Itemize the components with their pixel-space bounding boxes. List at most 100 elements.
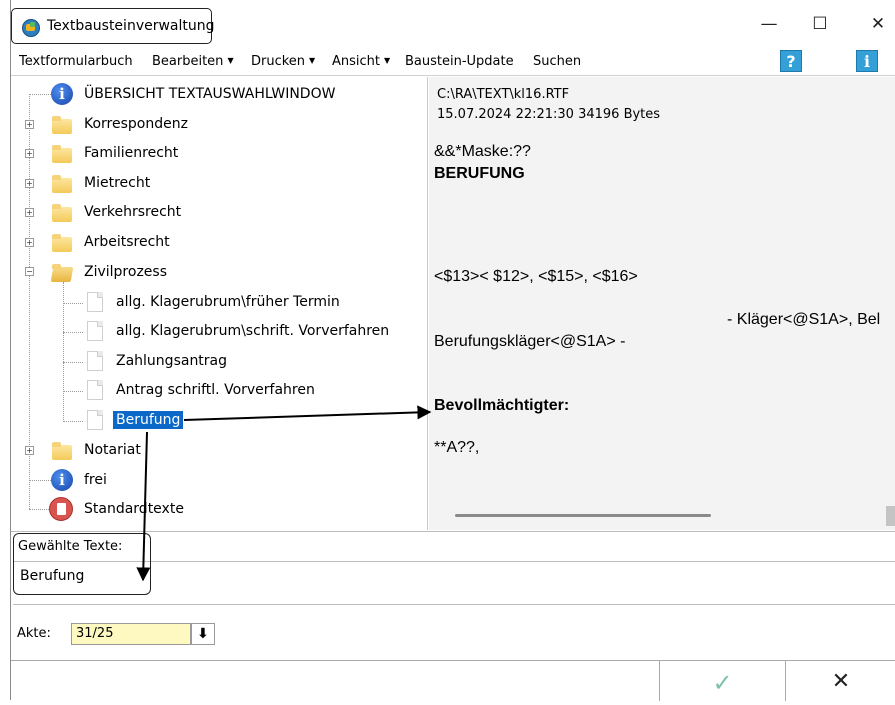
tree-item-klagerubrum-vorverfahren[interactable]: allg. Klagerubrum\schrift. Vorverfahren bbox=[87, 318, 392, 344]
standard-texts-icon bbox=[49, 497, 73, 521]
tree-item-verkehrsrecht[interactable]: Verkehrsrecht bbox=[51, 199, 184, 225]
preview-berufungsklaeger-line: Berufungskläger<@S1A> - bbox=[434, 333, 626, 350]
menu-suchen[interactable]: Suchen bbox=[533, 54, 581, 69]
close-icon: ✕ bbox=[831, 669, 851, 694]
tree-connector bbox=[63, 421, 83, 422]
info-icon: i bbox=[51, 83, 73, 105]
menu-drucken[interactable]: Drucken ▼ bbox=[251, 54, 315, 69]
dialog-footer: ✓ ✕ bbox=[11, 660, 895, 701]
tree-connector bbox=[63, 332, 83, 333]
info-button-icon[interactable]: i bbox=[856, 50, 878, 72]
tree-item-label: Zivilprozess bbox=[84, 264, 167, 280]
preview-mask-line: &&*Maske:?? bbox=[434, 143, 531, 160]
folder-icon bbox=[51, 172, 73, 194]
tree-connector bbox=[63, 391, 83, 392]
menu-textformularbuch[interactable]: Textformularbuch bbox=[19, 54, 133, 69]
collapse-icon[interactable]: − bbox=[25, 267, 34, 276]
tree-item-label: Arbeitsrecht bbox=[84, 234, 170, 250]
preview-header: C:\RA\TEXT\kl16.RTF 15.07.2024 22:21:30 … bbox=[437, 85, 660, 125]
menu-bearbeiten[interactable]: Bearbeiten ▼ bbox=[152, 54, 234, 69]
tree-item-arbeitsrecht[interactable]: Arbeitsrecht bbox=[51, 229, 173, 255]
tree-item-frei[interactable]: i frei bbox=[51, 467, 110, 493]
folder-icon bbox=[51, 113, 73, 135]
text-tree[interactable]: i ÜBERSICHT TEXTAUSWAHLWINDOW + Korrespo… bbox=[11, 77, 428, 530]
tree-item-label: Verkehrsrecht bbox=[84, 204, 182, 220]
tree-item-zivilprozess[interactable]: Zivilprozess bbox=[51, 259, 170, 285]
preview-attorney-line: **A??, bbox=[434, 439, 480, 456]
app-icon bbox=[22, 19, 40, 37]
akte-label: Akte: bbox=[17, 626, 51, 641]
tree-connector bbox=[63, 303, 83, 304]
preview-bevollmaechtigter: Bevollmächtigter: bbox=[434, 397, 570, 414]
app-window: Textbausteinverwaltung — ☐ ✕ Textformula… bbox=[10, 0, 895, 701]
selection-callout-box bbox=[13, 533, 151, 595]
expand-icon[interactable]: + bbox=[25, 120, 34, 129]
expand-icon[interactable]: + bbox=[25, 179, 34, 188]
menu-ansicht[interactable]: Ansicht ▼ bbox=[332, 54, 390, 69]
folder-icon bbox=[51, 231, 73, 253]
menu-baustein-update[interactable]: Baustein-Update bbox=[405, 54, 514, 69]
tree-item-notariat[interactable]: Notariat bbox=[51, 437, 144, 463]
folder-open-icon bbox=[51, 261, 73, 283]
help-icon[interactable]: ? bbox=[780, 50, 802, 72]
title-bar: Textbausteinverwaltung — ☐ ✕ bbox=[11, 0, 895, 48]
document-icon bbox=[87, 410, 103, 430]
tree-item-label: frei bbox=[84, 472, 107, 488]
maximize-button[interactable]: ☐ bbox=[805, 14, 835, 34]
vertical-scrollbar[interactable] bbox=[886, 506, 895, 526]
preview-fields-line: <$13>< $12>, <$15>, <$16> bbox=[434, 268, 638, 285]
file-meta: 15.07.2024 22:21:30 34196 Bytes bbox=[437, 107, 661, 122]
text-preview: C:\RA\TEXT\kl16.RTF 15.07.2024 22:21:30 … bbox=[429, 77, 895, 530]
preview-heading: BERUFUNG bbox=[434, 165, 525, 182]
ok-button[interactable]: ✓ bbox=[659, 661, 785, 701]
folder-icon bbox=[51, 439, 73, 461]
expand-icon[interactable]: + bbox=[25, 238, 34, 247]
chevron-down-icon: ▼ bbox=[384, 56, 391, 65]
tree-item-antrag-vorverfahren[interactable]: Antrag schriftl. Vorverfahren bbox=[87, 377, 318, 403]
horizontal-scrollbar[interactable] bbox=[455, 514, 711, 517]
preview-klaeger-line: - Kläger<@S1A>, Bel bbox=[727, 311, 881, 328]
tree-item-zahlungsantrag[interactable]: Zahlungsantrag bbox=[87, 348, 230, 374]
tree-item-label: Antrag schriftl. Vorverfahren bbox=[116, 382, 315, 398]
window-title: Textbausteinverwaltung bbox=[47, 18, 215, 34]
tree-item-label: Korrespondenz bbox=[84, 116, 188, 132]
tree-item-label: Zahlungsantrag bbox=[116, 353, 228, 369]
folder-icon bbox=[51, 142, 73, 164]
tree-item-overview[interactable]: i ÜBERSICHT TEXTAUSWAHLWINDOW bbox=[51, 81, 338, 107]
akte-dropdown-button[interactable]: ⬇ bbox=[191, 623, 215, 645]
tree-item-label: allg. Klagerubrum\schrift. Vorverfahren bbox=[116, 323, 390, 339]
tree-item-label: Standardtexte bbox=[84, 501, 184, 517]
tree-item-familienrecht[interactable]: Familienrecht bbox=[51, 140, 181, 166]
folder-icon bbox=[51, 201, 73, 223]
tree-item-label: Mietrecht bbox=[84, 175, 151, 191]
info-icon: i bbox=[51, 469, 73, 491]
expand-icon[interactable]: + bbox=[25, 446, 34, 455]
tree-connector bbox=[29, 509, 51, 510]
tree-item-label-selected: Berufung bbox=[113, 411, 184, 429]
tree-item-label: ÜBERSICHT TEXTAUSWAHLWINDOW bbox=[84, 86, 336, 102]
tree-item-mietrecht[interactable]: Mietrecht bbox=[51, 170, 153, 196]
akte-input[interactable]: 31/25 bbox=[71, 623, 191, 645]
expand-icon[interactable]: + bbox=[25, 149, 34, 158]
title-callout-box: Textbausteinverwaltung bbox=[11, 8, 215, 44]
tree-connector bbox=[63, 362, 83, 363]
checkmark-icon: ✓ bbox=[712, 669, 733, 697]
tree-item-label: Familienrecht bbox=[84, 145, 179, 161]
tree-item-korrespondenz[interactable]: Korrespondenz bbox=[51, 111, 191, 137]
close-button[interactable]: ✕ bbox=[863, 14, 893, 34]
document-icon bbox=[87, 351, 103, 371]
tree-item-label: allg. Klagerubrum\früher Termin bbox=[116, 294, 340, 310]
tree-item-label: Notariat bbox=[84, 442, 141, 458]
cancel-button[interactable]: ✕ bbox=[785, 661, 895, 701]
menu-bar: Textformularbuch Bearbeiten ▼ Drucken ▼ An… bbox=[11, 48, 895, 76]
document-icon bbox=[87, 321, 103, 341]
tree-connector bbox=[29, 94, 51, 95]
tree-item-standardtexte[interactable]: Standardtexte bbox=[49, 496, 187, 522]
document-icon bbox=[87, 380, 103, 400]
minimize-button[interactable]: — bbox=[754, 14, 784, 34]
tree-item-klagerubrum-termin[interactable]: allg. Klagerubrum\früher Termin bbox=[87, 289, 343, 315]
chevron-down-icon: ▼ bbox=[309, 56, 316, 65]
tree-item-berufung[interactable]: Berufung bbox=[87, 407, 184, 433]
chevron-down-icon: ▼ bbox=[227, 56, 234, 65]
expand-icon[interactable]: + bbox=[25, 208, 34, 217]
